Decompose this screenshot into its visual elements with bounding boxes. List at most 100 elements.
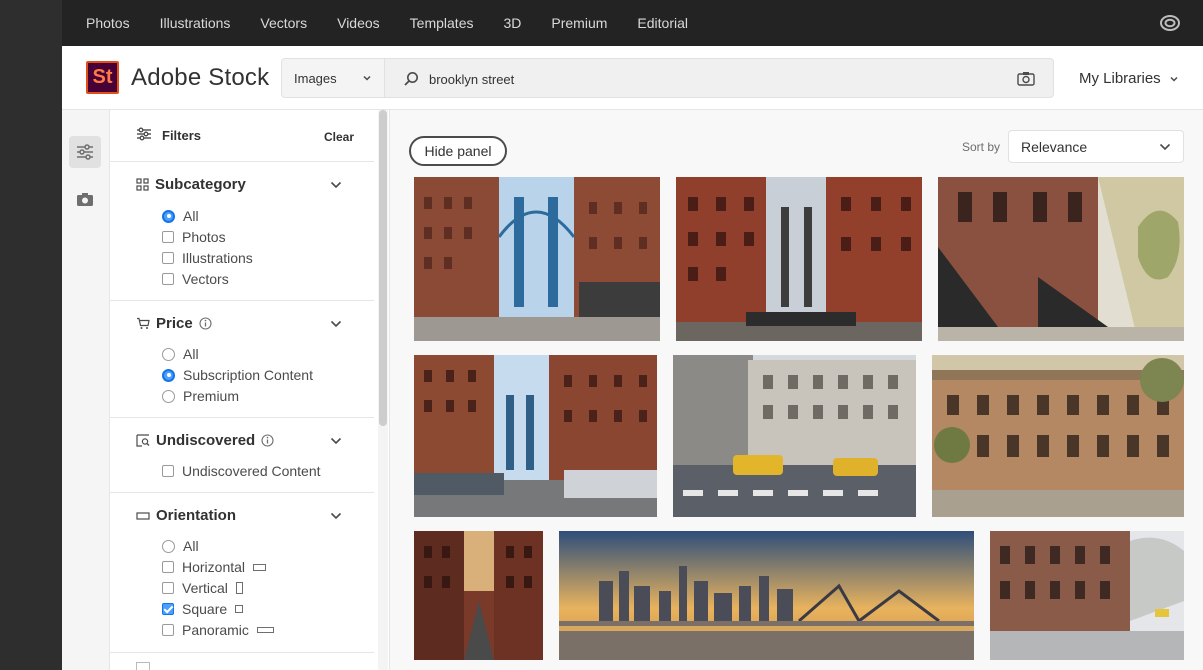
my-libraries-menu[interactable]: My Libraries bbox=[1079, 70, 1179, 87]
chevron-down-icon[interactable] bbox=[330, 436, 342, 446]
result-image[interactable] bbox=[414, 355, 657, 517]
orientation-option-square[interactable]: Square bbox=[162, 601, 244, 617]
camera-icon bbox=[77, 192, 93, 206]
option-label: All bbox=[183, 346, 199, 362]
price-section: Price All Subscription Content Premium bbox=[110, 301, 374, 418]
radio-button[interactable] bbox=[162, 539, 175, 553]
chevron-down-icon bbox=[1159, 143, 1171, 151]
nav-vectors[interactable]: Vectors bbox=[260, 15, 307, 31]
result-image[interactable] bbox=[673, 355, 916, 517]
orientation-option-horizontal[interactable]: Horizontal bbox=[162, 559, 267, 575]
orientation-section: Orientation All Horizontal Vertical Squa… bbox=[110, 493, 374, 653]
option-label: Undiscovered Content bbox=[182, 463, 321, 479]
sort-select[interactable]: Relevance bbox=[1008, 130, 1184, 163]
undiscovered-section: Undiscovered Undiscovered Content bbox=[110, 418, 374, 493]
nav-editorial[interactable]: Editorial bbox=[637, 15, 688, 31]
nav-photos[interactable]: Photos bbox=[86, 15, 130, 31]
radio-button[interactable] bbox=[162, 347, 175, 361]
checkbox[interactable] bbox=[162, 252, 174, 264]
asset-type-select[interactable]: Images bbox=[281, 58, 385, 98]
subcategory-option-illustrations[interactable]: Illustrations bbox=[162, 250, 253, 266]
result-image[interactable] bbox=[932, 355, 1184, 517]
checkbox[interactable] bbox=[162, 582, 174, 594]
left-rail bbox=[62, 110, 110, 670]
chevron-down-icon bbox=[1170, 76, 1178, 82]
subcategory-option-photos[interactable]: Photos bbox=[162, 229, 226, 245]
chevron-down-icon[interactable] bbox=[330, 319, 342, 329]
checkbox[interactable] bbox=[162, 273, 174, 285]
top-navigation: Photos Illustrations Vectors Videos Temp… bbox=[62, 0, 1203, 46]
price-option-all[interactable]: All bbox=[162, 346, 199, 362]
option-label: Vertical bbox=[182, 580, 228, 596]
option-label: Horizontal bbox=[182, 559, 246, 575]
result-image[interactable] bbox=[414, 177, 660, 341]
price-option-premium[interactable]: Premium bbox=[162, 388, 239, 404]
result-image[interactable] bbox=[938, 177, 1184, 341]
adobe-stock-app: Photos Illustrations Vectors Videos Temp… bbox=[62, 0, 1203, 670]
result-image[interactable] bbox=[676, 177, 922, 341]
camera-search-icon[interactable] bbox=[1017, 71, 1035, 86]
orientation-option-panoramic[interactable]: Panoramic bbox=[162, 622, 274, 638]
clear-filters-button[interactable]: Clear bbox=[324, 130, 354, 144]
subcategory-option-vectors[interactable]: Vectors bbox=[162, 271, 229, 287]
radio-button[interactable] bbox=[162, 368, 175, 382]
scrollbar-thumb[interactable] bbox=[379, 110, 387, 426]
horizontal-shape-icon bbox=[253, 563, 267, 571]
undiscovered-header[interactable]: Undiscovered bbox=[136, 432, 274, 449]
sort-by-label: Sort by bbox=[962, 140, 1001, 154]
subcategory-section: Subcategory All Photos Illustrations Vec… bbox=[110, 162, 374, 301]
next-section-icon bbox=[136, 662, 150, 670]
outer-dark-margin bbox=[0, 0, 62, 670]
checkbox[interactable] bbox=[162, 561, 174, 573]
subcategory-title: Subcategory bbox=[155, 176, 246, 193]
checkbox[interactable] bbox=[162, 603, 174, 615]
chevron-down-icon[interactable] bbox=[330, 180, 342, 190]
result-image[interactable] bbox=[414, 531, 543, 660]
price-option-subscription[interactable]: Subscription Content bbox=[162, 367, 313, 383]
option-label: Square bbox=[182, 601, 228, 617]
subcategory-option-all[interactable]: All bbox=[162, 208, 199, 224]
results-area: Hide panel Sort by Relevance bbox=[390, 110, 1203, 670]
result-image[interactable] bbox=[990, 531, 1184, 660]
chevron-down-icon bbox=[363, 75, 371, 81]
chevron-down-icon[interactable] bbox=[330, 511, 342, 521]
option-label: All bbox=[183, 208, 199, 224]
sliders-icon bbox=[77, 144, 93, 160]
price-title: Price bbox=[156, 315, 193, 332]
orientation-header[interactable]: Orientation bbox=[136, 507, 236, 524]
orientation-title: Orientation bbox=[156, 507, 237, 524]
grid-icon bbox=[136, 178, 149, 191]
filters-scrollbar[interactable] bbox=[378, 110, 388, 670]
info-icon[interactable] bbox=[199, 317, 212, 330]
checkbox[interactable] bbox=[162, 231, 174, 243]
info-icon[interactable] bbox=[261, 434, 274, 447]
nav-videos[interactable]: Videos bbox=[337, 15, 380, 31]
cart-icon bbox=[137, 317, 150, 329]
creative-cloud-icon[interactable] bbox=[1159, 13, 1181, 33]
visual-search-button[interactable] bbox=[69, 183, 101, 215]
radio-button[interactable] bbox=[162, 389, 175, 403]
brand-name[interactable]: Adobe Stock bbox=[131, 64, 269, 92]
checkbox[interactable] bbox=[162, 465, 174, 477]
radio-button[interactable] bbox=[162, 209, 175, 223]
nav-premium[interactable]: Premium bbox=[551, 15, 607, 31]
nav-templates[interactable]: Templates bbox=[410, 15, 474, 31]
nav-illustrations[interactable]: Illustrations bbox=[160, 15, 231, 31]
undiscovered-option-content[interactable]: Undiscovered Content bbox=[162, 463, 321, 479]
orientation-option-all[interactable]: All bbox=[162, 538, 199, 554]
checkbox[interactable] bbox=[162, 624, 174, 636]
undiscovered-title: Undiscovered bbox=[156, 432, 256, 449]
option-label: Illustrations bbox=[182, 250, 253, 266]
adobe-stock-logo[interactable]: St bbox=[86, 61, 119, 94]
subcategory-header[interactable]: Subcategory bbox=[136, 176, 246, 193]
orientation-option-vertical[interactable]: Vertical bbox=[162, 580, 243, 596]
filters-toggle-button[interactable] bbox=[69, 136, 101, 168]
filters-header: Filters Clear bbox=[110, 110, 374, 162]
price-header[interactable]: Price bbox=[136, 315, 212, 332]
hide-panel-button[interactable]: Hide panel bbox=[409, 136, 507, 166]
nav-3d[interactable]: 3D bbox=[503, 15, 521, 31]
panoramic-shape-icon bbox=[256, 627, 274, 633]
search-bar[interactable] bbox=[385, 58, 1054, 98]
result-image[interactable] bbox=[559, 531, 974, 660]
search-input[interactable] bbox=[429, 68, 989, 90]
